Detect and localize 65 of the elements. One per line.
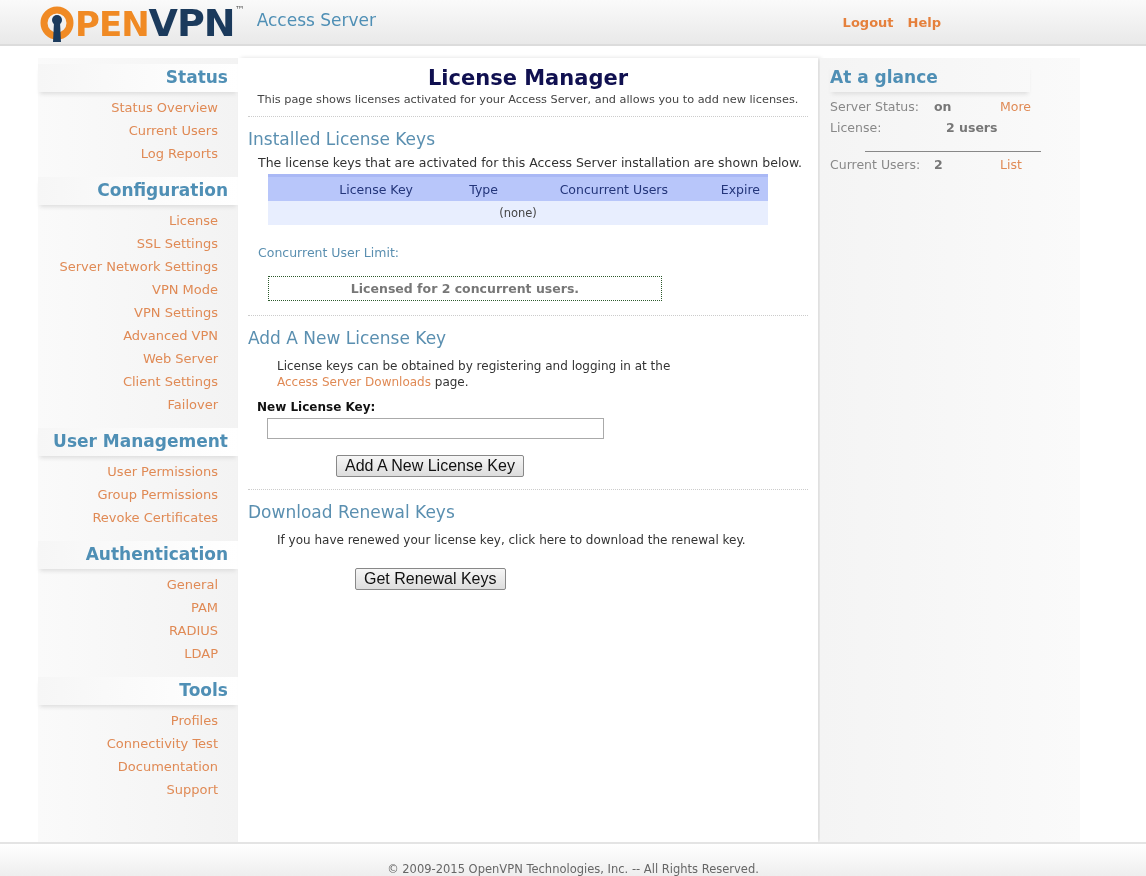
sidebar-link[interactable]: Server Network Settings	[59, 255, 238, 278]
sidebar-link[interactable]: User Permissions	[107, 460, 238, 483]
sidebar-link[interactable]: Profiles	[170, 709, 238, 732]
sidebar-link[interactable]: General	[166, 573, 238, 596]
keyhole-logo-icon	[40, 6, 74, 42]
downloads-link[interactable]: Access Server Downloads	[277, 375, 431, 389]
section-text: The license keys that are activated for this Access Server installation are shown below.	[258, 155, 804, 170]
section-heading: Add A New License Key	[248, 328, 448, 348]
list-link[interactable]: List	[1000, 154, 1022, 175]
sidebar-link[interactable]: PAM	[190, 596, 238, 619]
sidebar-link[interactable]: RADIUS	[169, 619, 238, 642]
logo-text: PEN	[75, 6, 149, 42]
sidebar-link[interactable]: Documentation	[117, 755, 238, 778]
sidebar-heading: Configuration	[38, 177, 238, 205]
sidebar-link[interactable]: Log Reports	[140, 142, 238, 165]
sidebar-link[interactable]: License	[169, 209, 238, 232]
more-link[interactable]: More	[1000, 96, 1031, 117]
sidebar-link[interactable]: Revoke Certificates	[92, 506, 238, 529]
page-title: License Manager	[426, 66, 630, 90]
license-label: License:	[830, 119, 883, 137]
status-value: on	[934, 98, 953, 116]
section-heading: Installed License Keys	[248, 129, 436, 149]
sidebar-heading: Authentication	[38, 541, 238, 569]
sidebar-heading: User Management	[38, 428, 238, 456]
trademark-mark: ™	[234, 4, 245, 15]
sidebar-link[interactable]: Connectivity Test	[106, 732, 238, 755]
sidebar-link[interactable]: LDAP	[184, 642, 238, 665]
sidebar-link[interactable]: Advanced VPN	[123, 324, 238, 347]
sidebar-link[interactable]: Failover	[167, 393, 238, 416]
field-label: New License Key:	[257, 400, 377, 414]
sidebar-heading: Tools	[38, 677, 238, 705]
column-header: Concurrent Users	[558, 181, 668, 197]
page-subtitle: This page shows licenses activated for your Access Server, and allows you to add new licenses.	[256, 93, 800, 106]
status-label: Server Status:	[830, 98, 920, 116]
column-header: License Key	[338, 181, 413, 197]
section-heading: Download Renewal Keys	[248, 502, 456, 522]
product-name: Access Server	[256, 10, 377, 30]
glance-heading: At a glance	[830, 64, 1030, 92]
sidebar-link[interactable]: Web Server	[142, 347, 238, 370]
sidebar-link[interactable]: Status Overview	[111, 96, 238, 119]
section-text: License keys can be obtained by registering and logging in at the Access Server Downloads page.	[277, 358, 672, 390]
sidebar-link[interactable]: Current Users	[128, 119, 238, 142]
sidebar-link[interactable]: SSL Settings	[136, 232, 238, 255]
sidebar-link[interactable]: Support	[166, 778, 238, 801]
header-link[interactable]: Help	[907, 14, 941, 30]
header-link[interactable]: Logout	[842, 14, 894, 30]
sidebar-link[interactable]: Group Permissions	[97, 483, 238, 506]
add-license-button[interactable]: Add A New License Key	[336, 455, 524, 477]
sidebar-heading: Status	[38, 64, 238, 92]
sidebar-link[interactable]: Client Settings	[122, 370, 238, 393]
users-label: Current Users:	[830, 156, 922, 174]
empty-text: (none)	[499, 206, 537, 220]
logo-text: VPN	[148, 4, 235, 42]
column-header: Type	[468, 181, 498, 197]
column-header: Expire	[719, 181, 760, 197]
sidebar-link[interactable]: VPN Settings	[134, 301, 238, 324]
section-text: If you have renewed your license key, click here to download the renewal key.	[277, 532, 747, 548]
license-key-field[interactable]	[267, 418, 604, 439]
sidebar-link[interactable]: VPN Mode	[152, 278, 238, 301]
limit-label: Concurrent User Limit:	[258, 245, 401, 260]
renewal-keys-button[interactable]: Get Renewal Keys	[355, 568, 506, 590]
limit-box: Licensed for 2 concurrent users.	[268, 276, 662, 301]
license-value: 2 users	[946, 119, 998, 137]
copyright-text: © 2009-2015 OpenVPN Technologies, Inc. -- All Rights Reserved.	[387, 862, 759, 876]
users-value: 2	[934, 156, 944, 174]
